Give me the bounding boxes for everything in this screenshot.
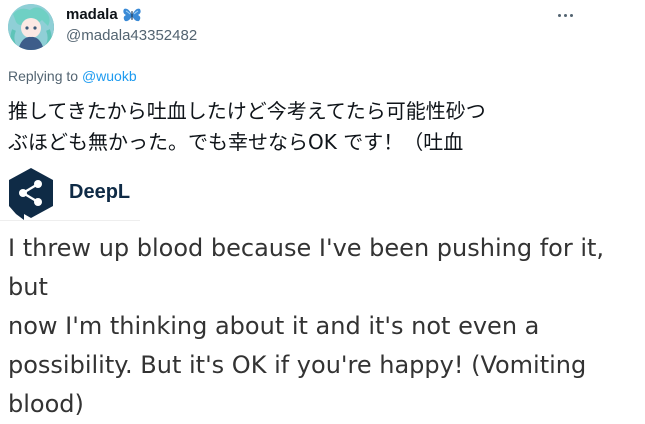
deepl-name: DeepL (69, 181, 131, 203)
divider (0, 220, 140, 221)
translation-line: possibility. But it's OK if you're happy… (8, 351, 587, 379)
translation-text: I threw up blood because I've been pushi… (8, 229, 633, 424)
author-name-row[interactable]: madala (66, 6, 142, 23)
replying-to-link[interactable]: @wuokb (82, 68, 137, 84)
avatar[interactable] (8, 4, 54, 50)
translation-line: now I'm thinking about it and it's not e… (8, 312, 540, 340)
tweet: madala @madala43352482 Replying to @wuok… (0, 0, 645, 418)
tweet-text-line: 推してきたから吐血したけど今考えてたら可能性砂つ (8, 99, 486, 123)
deepl-logo-icon (6, 167, 56, 221)
user-handle[interactable]: @madala43352482 (66, 27, 197, 44)
tweet-text: 推してきたから吐血したけど今考えてたら可能性砂つ ぶほども無かった。でも幸せなら… (8, 96, 568, 158)
butterfly-icon (122, 7, 142, 23)
display-name[interactable]: madala (66, 6, 118, 23)
replying-to-line: Replying to @wuokb (8, 68, 137, 84)
translation-line: blood) (8, 390, 84, 418)
more-options-icon[interactable] (552, 6, 578, 24)
translation-line: I threw up blood because I've been pushi… (8, 234, 605, 301)
tweet-text-line: ぶほども無かった。でも幸せならOK です！（吐血 (8, 130, 464, 154)
replying-to-label: Replying to (8, 68, 79, 84)
deepl-header: DeepL (0, 167, 140, 220)
